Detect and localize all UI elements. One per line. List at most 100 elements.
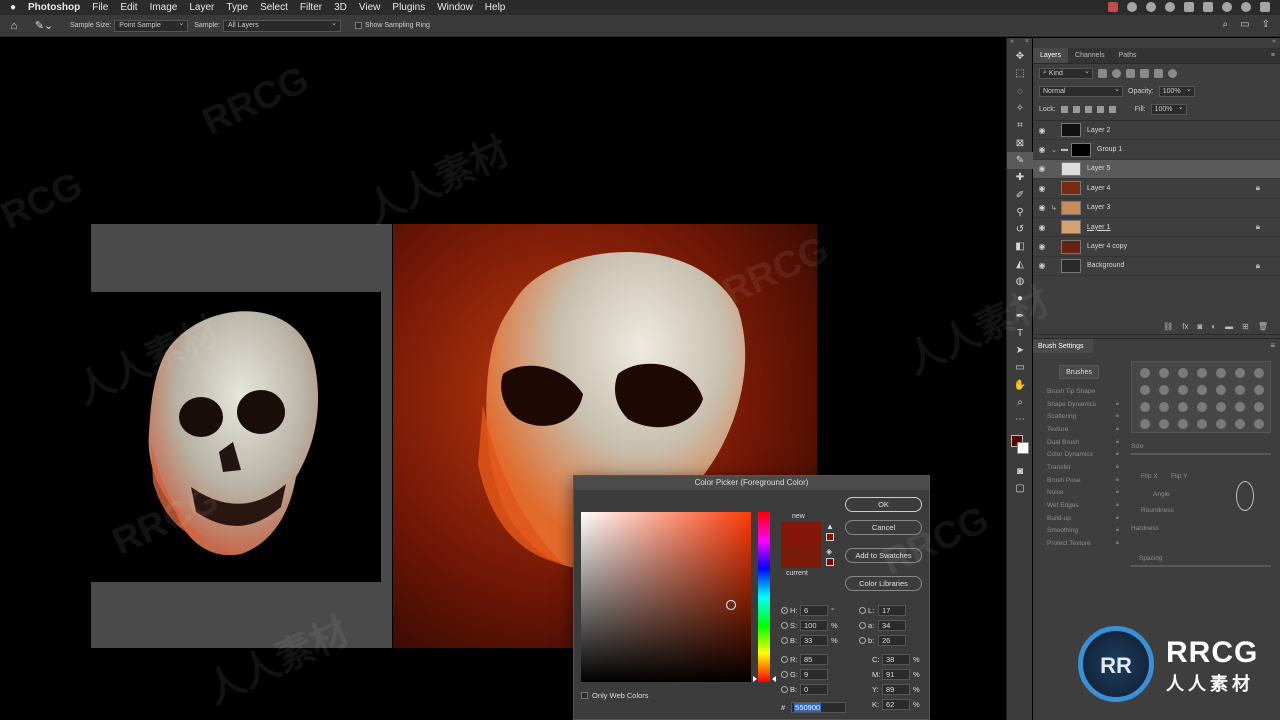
collapse-icon[interactable]: » (1010, 38, 1014, 48)
hand-tool-icon[interactable]: ✋ (1007, 377, 1033, 394)
brush-preset-icon[interactable] (1178, 385, 1188, 395)
brush-preset-icon[interactable] (1197, 385, 1207, 395)
spacing-slider[interactable] (1131, 565, 1271, 567)
brush-preset-icon[interactable] (1140, 368, 1150, 378)
eraser-tool-icon[interactable]: ◧ (1007, 238, 1033, 255)
brush-option-item[interactable]: Smoothing 🔒︎ (1039, 525, 1121, 538)
adjustment-filter-icon[interactable] (1112, 68, 1121, 78)
option-lock-icon[interactable]: 🔒︎ (1116, 451, 1119, 458)
menu-select[interactable]: Select (254, 0, 294, 15)
gamut-correction-swatch[interactable] (826, 533, 834, 541)
hue-slider[interactable] (758, 512, 770, 682)
sample-size-select[interactable]: Point Sample (114, 19, 189, 32)
option-lock-icon[interactable]: 🔒︎ (1116, 477, 1119, 484)
layer-name[interactable]: Layer 5 (1087, 165, 1110, 172)
app-status-icon[interactable] (1127, 2, 1137, 12)
brush-preset-icon[interactable] (1254, 419, 1264, 429)
hue-marker-left[interactable] (753, 676, 757, 682)
pen-tool-icon[interactable]: ✒ (1007, 307, 1033, 324)
color-cursor[interactable] (726, 600, 736, 610)
delete-layer-icon[interactable]: 🗑 (1258, 322, 1268, 331)
tab-channels[interactable]: Channels (1068, 48, 1112, 63)
brush-preset-icon[interactable] (1159, 368, 1169, 378)
web-safe-swatch[interactable] (826, 558, 834, 566)
current-color-swatch[interactable] (781, 545, 821, 568)
quick-mask-icon[interactable]: ◙ (1007, 463, 1033, 480)
blue-radio[interactable] (781, 685, 788, 693)
brush-option-item[interactable]: Build-up 🔒︎ (1039, 512, 1121, 525)
visibility-eye-icon[interactable]: ◉ (1033, 242, 1051, 251)
brush-preset-icon[interactable] (1235, 419, 1245, 429)
layer-name[interactable]: Background (1087, 262, 1124, 269)
fx-icon[interactable]: fx (1182, 322, 1188, 331)
home-icon[interactable]: ⌂ (4, 17, 24, 35)
black-input[interactable]: 62 (882, 698, 910, 710)
menu-layer[interactable]: Layer (183, 0, 220, 15)
brush-option-item[interactable]: Brush Pose 🔒︎ (1039, 474, 1121, 487)
brush-option-item[interactable]: Texture 🔒︎ (1039, 423, 1121, 436)
ok-button[interactable]: OK (845, 497, 922, 512)
bluetooth-icon[interactable] (1184, 2, 1194, 12)
red-radio[interactable] (781, 655, 788, 663)
layer-thumbnail[interactable] (1061, 239, 1081, 254)
lab-b-radio[interactable] (859, 636, 866, 644)
checkbox-box[interactable] (581, 692, 588, 699)
clock-icon[interactable] (1165, 2, 1175, 12)
menu-help[interactable]: Help (479, 0, 512, 15)
hex-input[interactable]: 550900 (791, 702, 847, 713)
link-layers-icon[interactable]: ⛓ (1163, 322, 1173, 331)
menu-file[interactable]: File (86, 0, 114, 15)
layer-thumbnail[interactable] (1071, 142, 1091, 157)
brush-preset-icon[interactable] (1216, 402, 1226, 412)
lock-all-icon[interactable] (1108, 105, 1116, 113)
green-input[interactable]: 9 (800, 668, 828, 680)
brush-option-item[interactable]: Brush Tip Shape (1039, 385, 1121, 398)
web-safe-warning-icon[interactable]: ◈ (826, 547, 832, 556)
visibility-eye-icon[interactable]: ◉ (1033, 145, 1051, 154)
record-icon[interactable] (1108, 2, 1118, 12)
layer-thumbnail[interactable] (1061, 220, 1081, 235)
crop-tool-icon[interactable]: ⌗ (1007, 117, 1033, 134)
sample-select[interactable]: All Layers (222, 19, 341, 32)
menu-3d[interactable]: 3D (328, 0, 353, 15)
frame-tool-icon[interactable]: ⊠ (1007, 134, 1033, 151)
healing-brush-tool-icon[interactable]: ✚ (1007, 169, 1033, 186)
layer-thumbnail[interactable] (1061, 123, 1081, 138)
option-lock-icon[interactable]: 🔒︎ (1116, 464, 1119, 471)
brightness-radio[interactable] (781, 636, 788, 644)
visibility-eye-icon[interactable]: ◉ (1033, 261, 1051, 270)
menu-window[interactable]: Window (431, 0, 479, 15)
layer-thumbnail[interactable] (1061, 258, 1081, 273)
menu-type[interactable]: Type (220, 0, 254, 15)
wifi-icon[interactable] (1222, 2, 1232, 12)
brush-option-item[interactable]: Wet Edges 🔒︎ (1039, 499, 1121, 512)
more-tools-icon[interactable]: ⋯ (1007, 411, 1033, 428)
add-mask-icon[interactable]: ◙ (1197, 322, 1202, 331)
lock-transparent-icon[interactable] (1060, 105, 1068, 113)
brush-option-item[interactable]: Protect Texture 🔒︎ (1039, 537, 1121, 550)
layer-name[interactable]: Layer 4 (1087, 185, 1110, 192)
menu-view[interactable]: View (353, 0, 387, 15)
group-expand-icon[interactable]: ⌄ (1051, 146, 1061, 154)
tab-paths[interactable]: Paths (1112, 48, 1144, 63)
menu-app[interactable]: Photoshop (26, 0, 86, 15)
option-lock-icon[interactable]: 🔒︎ (1116, 489, 1119, 496)
brush-panel-menu-icon[interactable]: ≡ (1270, 341, 1275, 350)
layer-name[interactable]: Layer 3 (1087, 204, 1110, 211)
layer-row[interactable]: ◉ ⌄ ▬ Group 1 (1033, 140, 1280, 160)
visibility-eye-icon[interactable]: ◉ (1033, 164, 1051, 173)
brush-preset-icon[interactable] (1159, 385, 1169, 395)
zoom-tool-icon[interactable]: ⌕ (1007, 394, 1033, 411)
option-lock-icon[interactable]: 🔒︎ (1116, 527, 1119, 534)
brush-preset-icon[interactable] (1235, 368, 1245, 378)
brush-preset-icon[interactable] (1216, 385, 1226, 395)
shape-tool-icon[interactable]: ▭ (1007, 359, 1033, 376)
show-sampling-ring-checkbox[interactable]: Show Sampling Ring (354, 22, 430, 29)
lab-l-input[interactable]: 17 (878, 604, 906, 616)
brush-preset-icon[interactable] (1235, 385, 1245, 395)
option-lock-icon[interactable]: 🔒︎ (1116, 540, 1119, 547)
layer-name[interactable]: Group 1 (1097, 146, 1122, 153)
tab-layers[interactable]: Layers (1033, 48, 1069, 63)
brush-tip-preview[interactable] (1236, 481, 1254, 511)
dodge-tool-icon[interactable]: ● (1007, 290, 1033, 307)
